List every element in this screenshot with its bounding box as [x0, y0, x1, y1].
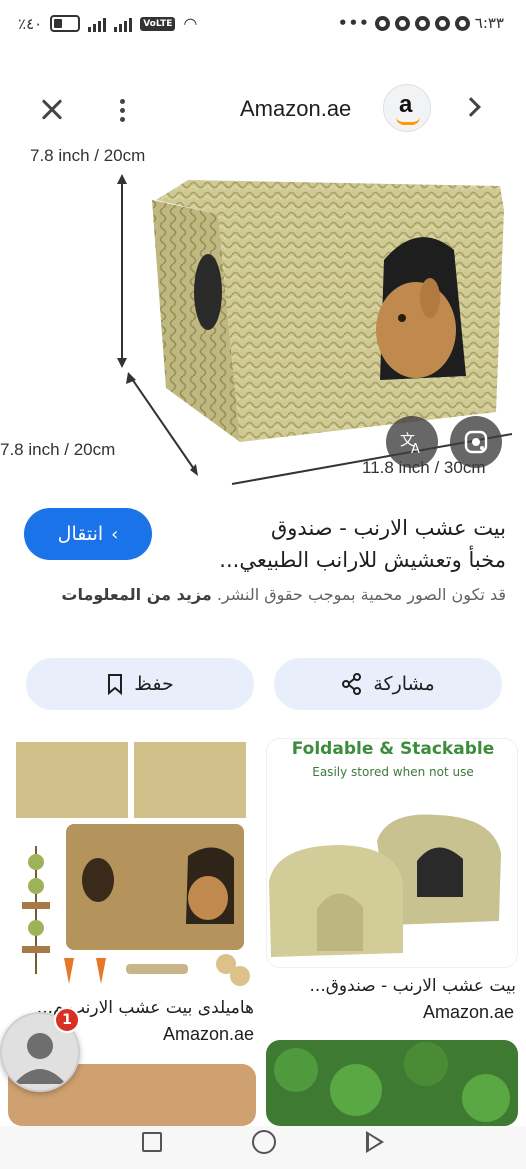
grass-house-set-image	[16, 742, 250, 986]
card-subheadline: Easily stored when not use	[312, 765, 474, 779]
card-headline: Foldable & Stackable	[291, 739, 495, 759]
google-lens-icon[interactable]	[450, 416, 502, 468]
result-card-right[interactable]: Foldable & Stackable Easily stored when …	[266, 738, 518, 968]
app-icon	[414, 15, 430, 31]
result-card-left[interactable]	[8, 738, 256, 988]
close-icon[interactable]	[34, 92, 70, 128]
share-icon	[342, 673, 362, 695]
result-title-line1: بيت عشب الارنب - صندوق	[270, 516, 506, 540]
save-label: حفظ	[134, 673, 174, 695]
app-icon	[374, 15, 390, 31]
share-button[interactable]: مشاركة	[274, 658, 502, 710]
amazon-logo-icon[interactable]: a	[383, 84, 431, 132]
partial-image-right	[274, 1042, 510, 1122]
volte-icon: VoLTE	[140, 16, 176, 31]
site-name[interactable]: Amazon.ae	[240, 96, 351, 122]
copyright-text: قد تكون الصور محمية بموجب حقوق النشر.	[216, 585, 506, 604]
stacked-houses-image	[269, 814, 501, 957]
status-left: ٪٤٠ VoLTE ◠	[18, 14, 197, 33]
system-nav-bar	[0, 1126, 526, 1169]
result-title-line2: مخبأ وتعشيش للارانب الطبيعي...	[219, 548, 506, 572]
grass-house-image	[152, 180, 504, 442]
visit-label: انتقال	[57, 523, 104, 545]
bookmark-icon	[108, 674, 123, 695]
back-icon[interactable]	[366, 1131, 384, 1153]
app-icon	[394, 15, 410, 31]
svg-text:A: A	[411, 442, 420, 455]
visit-button[interactable]: انتقال ‹	[24, 508, 152, 560]
wifi-icon: ◠	[183, 14, 198, 33]
chevron-left-icon: ‹	[111, 523, 119, 545]
more-options-icon[interactable]	[112, 92, 132, 128]
signal-icon	[88, 16, 107, 32]
translate-icon[interactable]: 文A	[386, 416, 438, 468]
save-button[interactable]: حفظ	[26, 658, 254, 710]
more-notifications-icon: •••	[338, 14, 370, 32]
share-label: مشاركة	[373, 673, 435, 695]
app-icon	[434, 15, 450, 31]
viewer-header: Amazon.ae	[0, 78, 526, 138]
status-right: ••• ٦:٣٣	[338, 14, 504, 32]
card-caption-right[interactable]: بيت عشب الارنب - صندوق...	[266, 976, 516, 996]
clock: ٦:٣٣	[474, 14, 504, 32]
card-source-right: Amazon.ae	[422, 1002, 514, 1022]
battery-percentage: ٪٤٠	[18, 14, 43, 33]
battery-icon	[50, 15, 81, 32]
result-card-partial-right[interactable]	[266, 1040, 518, 1126]
learn-more-link[interactable]: مزيد من المعلومات	[61, 585, 211, 604]
app-icon	[454, 15, 470, 31]
recent-apps-icon[interactable]	[142, 1132, 162, 1152]
result-title[interactable]: بيت عشب الارنب - صندوق مخبأ وتعشيش للارا…	[180, 512, 506, 576]
notification-badge: 1	[54, 1007, 80, 1033]
hero-image[interactable]: 7.8 inch / 20cm 7.8 inch / 20cm 11.8 inc…	[0, 140, 526, 485]
status-bar: ٪٤٠ VoLTE ◠ ••• ٦:٣٣	[0, 0, 526, 50]
copyright-notice: قد تكون الصور محمية بموجب حقوق النشر. مز…	[18, 582, 506, 608]
signal-icon	[114, 16, 133, 32]
home-icon[interactable]	[252, 1130, 276, 1154]
